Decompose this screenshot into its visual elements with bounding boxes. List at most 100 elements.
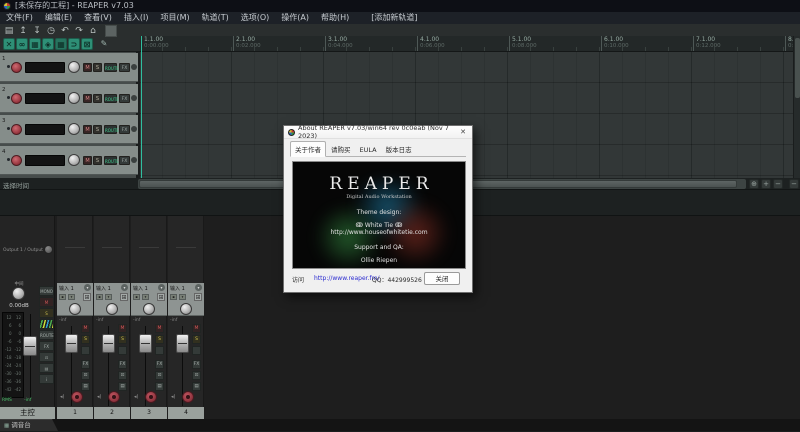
track-solo-button[interactable]: S xyxy=(93,94,102,103)
channel-number-label[interactable]: 1 xyxy=(57,407,93,419)
channel-monitor-button[interactable]: ▾ xyxy=(179,294,186,300)
track-row[interactable]: 3MSROUTEFX xyxy=(0,115,138,144)
channel-record-arm-button[interactable] xyxy=(108,391,120,403)
channel-rec-mode-button[interactable]: ▪ xyxy=(59,294,66,300)
channel-mute-button[interactable]: M xyxy=(192,324,201,333)
channel-monitor-icon[interactable]: ◂) xyxy=(60,394,64,400)
channel-fxchain-icon[interactable] xyxy=(81,346,90,355)
channel-mute-button[interactable]: M xyxy=(155,324,164,333)
save-project-icon[interactable]: ↧ xyxy=(31,25,43,37)
channel-input-dropdown-icon[interactable]: ▾ xyxy=(121,284,128,291)
channel-pan-knob[interactable] xyxy=(143,303,155,315)
track-mute-button[interactable]: M xyxy=(83,125,92,134)
dialog-tab-eula[interactable]: EULA xyxy=(356,144,381,156)
master-output-label[interactable]: Output 1 / Output 2 xyxy=(3,248,47,253)
channel-monitor-icon[interactable]: ◂) xyxy=(97,394,101,400)
channel-fader[interactable] xyxy=(102,334,115,353)
channel-input-label[interactable]: 输入 1 xyxy=(96,285,111,292)
track-fx-button[interactable]: FX xyxy=(119,156,130,165)
channel-folder-button[interactable]: ▤ xyxy=(155,382,164,391)
redo-icon[interactable]: ↷ xyxy=(73,25,85,37)
record-arm-button[interactable] xyxy=(11,62,22,73)
channel-pan-knob[interactable] xyxy=(106,303,118,315)
menu-item[interactable]: 操作(A) xyxy=(275,12,315,24)
channel-input-label[interactable]: 输入 1 xyxy=(133,285,148,292)
channel-rec-mode-button[interactable]: ▪ xyxy=(133,294,140,300)
track-volume-knob[interactable] xyxy=(68,92,80,104)
channel-number-label[interactable]: 2 xyxy=(94,407,130,419)
channel-monitor-icon[interactable]: ◂) xyxy=(171,394,175,400)
master-fader[interactable] xyxy=(23,336,37,356)
track-route-button[interactable]: ROUTE xyxy=(104,156,117,165)
lock-icon[interactable]: ⊠ xyxy=(81,38,93,50)
menu-item[interactable]: 选项(O) xyxy=(235,12,276,24)
channel-input-dropdown-icon[interactable]: ▾ xyxy=(84,284,91,291)
channel-io-button[interactable]: ⊡ xyxy=(118,371,127,380)
master-x-button[interactable]: ▤ xyxy=(39,363,54,373)
channel-fx-button[interactable]: FX xyxy=(192,360,201,369)
channel-io-button[interactable]: ⊡ xyxy=(155,371,164,380)
channel-fader[interactable] xyxy=(65,334,78,353)
pencil-icon[interactable]: ✎ xyxy=(98,38,110,50)
channel-fx-button[interactable]: FX xyxy=(155,360,164,369)
channel-folder-button[interactable]: ▤ xyxy=(118,382,127,391)
master-gain-value[interactable]: 0.00dB xyxy=(0,303,38,309)
record-arm-button[interactable] xyxy=(11,155,22,166)
channel-number-label[interactable]: 4 xyxy=(168,407,204,419)
channel-fxchain-icon[interactable] xyxy=(118,346,127,355)
master-s-button[interactable]: S xyxy=(39,308,54,318)
menu-item[interactable]: 帮助(H) xyxy=(315,12,355,24)
metronome-icon[interactable]: ⌂ xyxy=(87,25,99,37)
track-solo-button[interactable]: S xyxy=(93,156,102,165)
menu-item[interactable]: 编辑(E) xyxy=(39,12,78,24)
master-m-button[interactable]: M xyxy=(39,297,54,307)
master-fx-button[interactable]: FX xyxy=(39,341,54,351)
track-mute-button[interactable]: M xyxy=(83,63,92,72)
channel-io-button[interactable]: ⊡ xyxy=(192,371,201,380)
open-project-icon[interactable]: ↥ xyxy=(17,25,29,37)
channel-record-arm-button[interactable] xyxy=(182,391,194,403)
track-row[interactable]: 4MSROUTEFX xyxy=(0,146,138,175)
screenset-box-icon[interactable] xyxy=(105,25,117,37)
project-settings-icon[interactable]: ◷ xyxy=(45,25,57,37)
track-name-field[interactable] xyxy=(25,155,65,166)
master-x-button[interactable]: ⊡ xyxy=(39,352,54,362)
track-mute-button[interactable]: M xyxy=(83,94,92,103)
undo-icon[interactable]: ↶ xyxy=(59,25,71,37)
track-route-button[interactable]: ROUTE xyxy=(104,94,117,103)
track-env-button[interactable] xyxy=(131,64,137,70)
channel-input-label[interactable]: 输入 1 xyxy=(59,285,74,292)
menu-item[interactable]: 查看(V) xyxy=(78,12,118,24)
track-fx-button[interactable]: FX xyxy=(119,63,130,72)
channel-fx-insert-icon[interactable]: ⊞ xyxy=(194,293,202,301)
track-name-field[interactable] xyxy=(25,62,65,73)
dialog-title-bar[interactable]: About REAPER v7.03/win64 rev 0c0eab (Nov… xyxy=(284,126,472,139)
track-name-field[interactable] xyxy=(25,124,65,135)
channel-record-arm-button[interactable] xyxy=(71,391,83,403)
track-name-field[interactable] xyxy=(25,93,65,104)
channel-fader[interactable] xyxy=(176,334,189,353)
loop-icon[interactable]: ∞ xyxy=(16,38,28,50)
corner-button[interactable]: − xyxy=(789,179,799,189)
channel-input-dropdown-icon[interactable]: ▾ xyxy=(195,284,202,291)
channel-input-dropdown-icon[interactable]: ▾ xyxy=(158,284,165,291)
channel-monitor-button[interactable]: ▾ xyxy=(105,294,112,300)
track-env-button[interactable] xyxy=(131,95,137,101)
channel-number-label[interactable]: 3 xyxy=(131,407,167,419)
menu-item[interactable]: 轨道(T) xyxy=(196,12,235,24)
master-i-button[interactable]: i xyxy=(39,374,54,384)
zoom-fit-button[interactable]: ⊕ xyxy=(749,179,759,189)
channel-fx-insert-icon[interactable]: ⊞ xyxy=(120,293,128,301)
zoom-out-button[interactable]: − xyxy=(773,179,783,189)
channel-io-button[interactable]: ⊡ xyxy=(81,371,90,380)
channel-solo-button[interactable]: S xyxy=(192,335,201,344)
vertical-scrollbar[interactable] xyxy=(793,36,800,178)
track-fx-button[interactable]: FX xyxy=(119,125,130,134)
record-arm-button[interactable] xyxy=(11,93,22,104)
master-pan-knob[interactable] xyxy=(12,287,25,300)
channel-rec-mode-button[interactable]: ▪ xyxy=(170,294,177,300)
dialog-tab-cn[interactable]: 关于作者 xyxy=(290,141,326,157)
channel-rec-mode-button[interactable]: ▪ xyxy=(96,294,103,300)
track-volume-knob[interactable] xyxy=(68,61,80,73)
channel-fx-button[interactable]: FX xyxy=(118,360,127,369)
